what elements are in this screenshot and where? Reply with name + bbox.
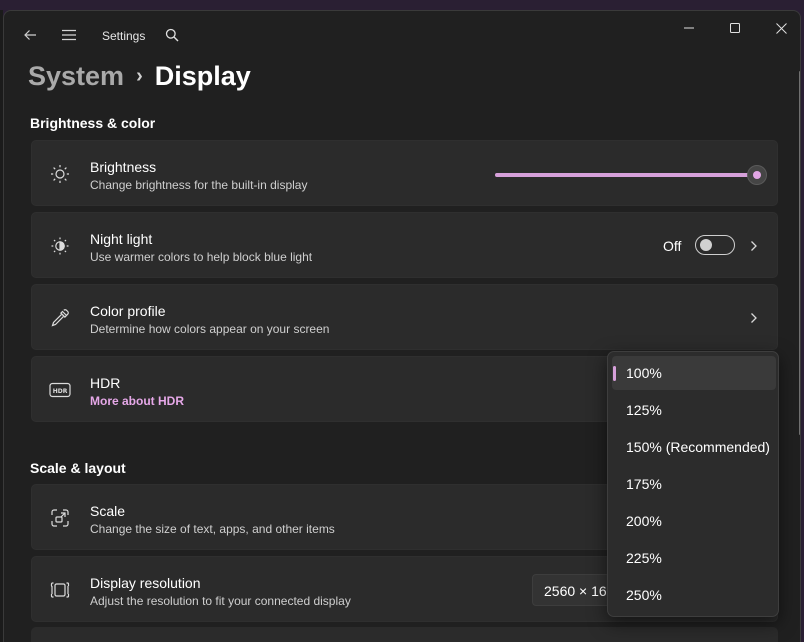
resolution-title: Display resolution bbox=[90, 575, 201, 591]
scale-option[interactable]: 100% bbox=[612, 356, 776, 390]
color-profile-title: Color profile bbox=[90, 303, 166, 319]
chevron-right-icon: › bbox=[136, 65, 143, 87]
resolution-subtitle: Adjust the resolution to fit your connec… bbox=[90, 594, 351, 608]
night-light-title: Night light bbox=[90, 231, 153, 247]
title-bar: Settings bbox=[4, 11, 800, 59]
section-brightness-color: Brightness & color bbox=[30, 115, 156, 131]
settings-window: Settings System › Display Brightness & c… bbox=[3, 10, 801, 642]
scale-option[interactable]: 125% bbox=[612, 393, 776, 427]
scale-option[interactable]: 225% bbox=[612, 541, 776, 575]
close-icon[interactable] bbox=[758, 11, 800, 45]
night-light-state: Off bbox=[663, 238, 682, 254]
hdr-title: HDR bbox=[90, 375, 121, 391]
brightness-title: Brightness bbox=[90, 159, 157, 175]
scale-subtitle: Change the size of text, apps, and other… bbox=[90, 522, 335, 536]
hdr-icon: HDR bbox=[48, 378, 72, 402]
minimize-icon[interactable] bbox=[666, 11, 712, 45]
scale-option[interactable]: 150% (Recommended) bbox=[612, 430, 776, 464]
chevron-right-icon[interactable] bbox=[749, 309, 759, 327]
night-light-subtitle: Use warmer colors to help block blue lig… bbox=[90, 250, 313, 264]
brightness-subtitle: Change brightness for the built-in displ… bbox=[90, 178, 308, 192]
breadcrumb: System › Display bbox=[28, 61, 251, 92]
scale-title: Scale bbox=[90, 503, 126, 519]
scale-option[interactable]: 200% bbox=[612, 504, 776, 538]
scrollbar[interactable] bbox=[799, 71, 800, 435]
toggle-knob bbox=[700, 239, 712, 251]
eyedropper-icon bbox=[48, 306, 72, 330]
chevron-right-icon[interactable] bbox=[749, 237, 759, 255]
slider-fill bbox=[495, 173, 757, 177]
breadcrumb-system[interactable]: System bbox=[28, 61, 124, 92]
slider-thumb[interactable] bbox=[747, 165, 767, 185]
scale-dropdown-menu: 100% 125% 150% (Recommended) 175% 200% 225% 25… bbox=[607, 351, 779, 617]
scale-icon bbox=[48, 506, 72, 530]
more-about-hdr-link[interactable]: More about HDR bbox=[90, 394, 184, 408]
night-light-icon bbox=[48, 234, 72, 258]
night-light-card[interactable]: Night light Use warmer colors to help bl… bbox=[31, 212, 778, 278]
section-scale-layout: Scale & layout bbox=[30, 460, 126, 476]
color-profile-subtitle: Determine how colors appear on your scre… bbox=[90, 322, 330, 336]
maximize-icon[interactable] bbox=[712, 11, 758, 45]
sun-icon bbox=[48, 162, 72, 186]
brightness-slider[interactable] bbox=[495, 165, 767, 185]
brightness-card: Brightness Change brightness for the bui… bbox=[31, 140, 778, 206]
night-light-toggle[interactable] bbox=[695, 235, 735, 255]
scale-option[interactable]: 250% bbox=[612, 578, 776, 612]
resolution-icon bbox=[48, 578, 72, 602]
search-icon[interactable] bbox=[158, 21, 186, 49]
hamburger-icon[interactable] bbox=[55, 21, 83, 49]
svg-text:HDR: HDR bbox=[53, 388, 68, 395]
arrow-left-icon[interactable] bbox=[16, 21, 44, 49]
next-setting-card[interactable] bbox=[31, 627, 778, 642]
scale-option[interactable]: 175% bbox=[612, 467, 776, 501]
app-title: Settings bbox=[102, 29, 146, 43]
page-title: Display bbox=[154, 61, 251, 91]
color-profile-card[interactable]: Color profile Determine how colors appea… bbox=[31, 284, 778, 350]
